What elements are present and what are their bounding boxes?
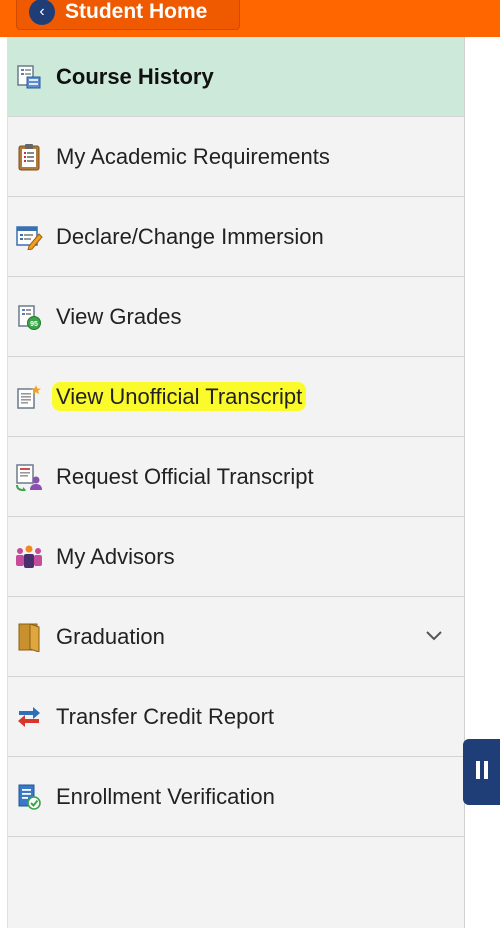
sidebar-item-label: Transfer Credit Report (56, 703, 275, 729)
sidebar-item-label: Graduation (56, 623, 165, 649)
collapse-sidebar-button[interactable] (463, 739, 500, 805)
people-icon (14, 542, 44, 572)
clipboard-icon (14, 142, 44, 172)
sidebar-item-my-advisors[interactable]: My Advisors (8, 517, 464, 597)
highlight: View Unofficial Transcript (52, 381, 307, 411)
sidebar-item-label: Request Official Transcript (56, 463, 314, 489)
transcript-icon (14, 382, 44, 412)
student-home-label: Student Home (65, 0, 208, 23)
pause-icon (474, 759, 490, 786)
sidebar-item-label: View Unofficial Transcript (52, 381, 307, 411)
sidebar-item-declare-immersion[interactable]: Declare/Change Immersion (8, 197, 464, 277)
folder-icon (14, 622, 44, 652)
sidebar-item-label: Course History (56, 63, 214, 89)
chevron-left-icon: ‹ (29, 0, 55, 25)
sidebar-item-academic-requirements[interactable]: My Academic Requirements (8, 117, 464, 197)
sidebar-item-request-transcript[interactable]: Request Official Transcript (8, 437, 464, 517)
sidebar-item-course-history[interactable]: Course History (8, 37, 464, 117)
svg-text:95: 95 (30, 321, 38, 328)
sidebar-item-view-grades[interactable]: 95 View Grades (8, 277, 464, 357)
student-home-button[interactable]: ‹ Student Home (16, 0, 240, 30)
course-history-icon (14, 62, 44, 92)
sidebar-item-transfer-credit[interactable]: Transfer Credit Report (8, 677, 464, 757)
sidebar-item-unofficial-transcript[interactable]: View Unofficial Transcript (8, 357, 464, 437)
sidebar-item-label: My Academic Requirements (56, 143, 330, 169)
sidebar-item-label: View Grades (56, 303, 182, 329)
request-transcript-icon (14, 462, 44, 492)
sidebar: Course History My Academic Requirements (7, 37, 465, 928)
sidebar-item-enrollment-verification[interactable]: Enrollment Verification (8, 757, 464, 837)
sidebar-item-label: My Advisors (56, 543, 175, 569)
verification-icon (14, 782, 44, 812)
chevron-down-icon[interactable] (422, 623, 446, 647)
top-bar: ‹ Student Home (0, 0, 500, 37)
sidebar-item-graduation[interactable]: Graduation (8, 597, 464, 677)
edit-form-icon (14, 222, 44, 252)
grades-icon: 95 (14, 302, 44, 332)
sidebar-item-label: Declare/Change Immersion (56, 223, 324, 249)
transfer-arrows-icon (14, 702, 44, 732)
sidebar-item-label: Enrollment Verification (56, 783, 275, 809)
